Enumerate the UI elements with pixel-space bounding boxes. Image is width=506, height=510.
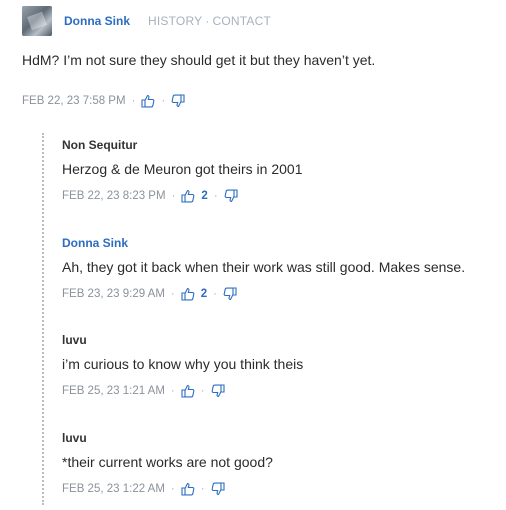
author-name[interactable]: luvu	[62, 431, 502, 445]
separator: ·	[170, 483, 175, 495]
reply-comment: Non Sequitur Herzog & de Meuron got thei…	[62, 138, 502, 205]
comment-meta: FEB 25, 23 1:21 AM · ·	[62, 382, 502, 400]
comment-meta: FEB 22, 23 8:23 PM · 2 ·	[62, 187, 502, 205]
header-links: HISTORY · CONTACT	[148, 14, 271, 28]
author-name[interactable]: luvu	[62, 333, 502, 347]
thumbs-up-icon[interactable]	[141, 94, 155, 108]
separator: ·	[170, 288, 175, 300]
separator: ·	[170, 385, 175, 397]
thumbs-up-icon[interactable]	[181, 384, 195, 398]
separator: ·	[200, 483, 205, 495]
separator: ·	[131, 95, 136, 107]
comment-body: *their current works are not good?	[62, 454, 273, 470]
reply-comment: Donna Sink Ah, they got it back when the…	[62, 236, 502, 303]
separator: ·	[171, 190, 176, 202]
separator: ·	[205, 14, 210, 28]
thread-line	[42, 133, 44, 505]
comment-body: HdM? I’m not sure they should get it but…	[22, 52, 376, 68]
thumbs-up-icon[interactable]	[181, 482, 195, 496]
avatar[interactable]	[22, 6, 52, 36]
timestamp[interactable]: FEB 22, 23 8:23 PM	[62, 190, 166, 202]
separator: ·	[213, 288, 218, 300]
reply-comment: luvu *their current works are not good? …	[62, 431, 502, 498]
comment-body: i’m curious to know why you think theis	[62, 356, 304, 372]
thumbs-down-icon[interactable]	[171, 94, 185, 108]
thumbs-up-icon[interactable]	[181, 189, 195, 203]
contact-link[interactable]: CONTACT	[213, 14, 272, 28]
comment-meta: FEB 23, 23 9:29 AM · 2 ·	[62, 285, 502, 303]
separator: ·	[213, 190, 218, 202]
thumbs-down-icon[interactable]	[211, 482, 225, 496]
thumbs-down-icon[interactable]	[224, 189, 238, 203]
separator: ·	[200, 385, 205, 397]
reply-comment: luvu i’m curious to know why you think t…	[62, 333, 502, 400]
author-name[interactable]: Donna Sink	[64, 14, 130, 28]
author-name[interactable]: Donna Sink	[62, 236, 502, 250]
thumbs-up-icon[interactable]	[181, 287, 195, 301]
thumbs-down-icon[interactable]	[223, 287, 237, 301]
author-name[interactable]: Non Sequitur	[62, 138, 502, 152]
timestamp[interactable]: FEB 25, 23 1:21 AM	[62, 385, 165, 397]
comment-meta: FEB 22, 23 7:58 PM · ·	[22, 92, 502, 110]
upvote-count: 2	[200, 288, 208, 300]
comment-header: Donna Sink HISTORY · CONTACT	[22, 6, 502, 36]
upvote-count: 2	[201, 190, 208, 202]
comment-body: Ah, they got it back when their work was…	[62, 259, 466, 275]
thumbs-down-icon[interactable]	[211, 384, 225, 398]
history-link[interactable]: HISTORY	[148, 14, 202, 28]
separator: ·	[161, 95, 166, 107]
timestamp[interactable]: FEB 22, 23 7:58 PM	[22, 95, 126, 107]
timestamp[interactable]: FEB 23, 23 9:29 AM	[62, 288, 165, 300]
top-comment: Donna Sink HISTORY · CONTACT HdM? I’m not …	[22, 6, 502, 110]
timestamp[interactable]: FEB 25, 23 1:22 AM	[62, 483, 165, 495]
comment-meta: FEB 25, 23 1:22 AM · ·	[62, 480, 502, 498]
comment-body: Herzog & de Meuron got theirs in 2001	[62, 161, 303, 177]
